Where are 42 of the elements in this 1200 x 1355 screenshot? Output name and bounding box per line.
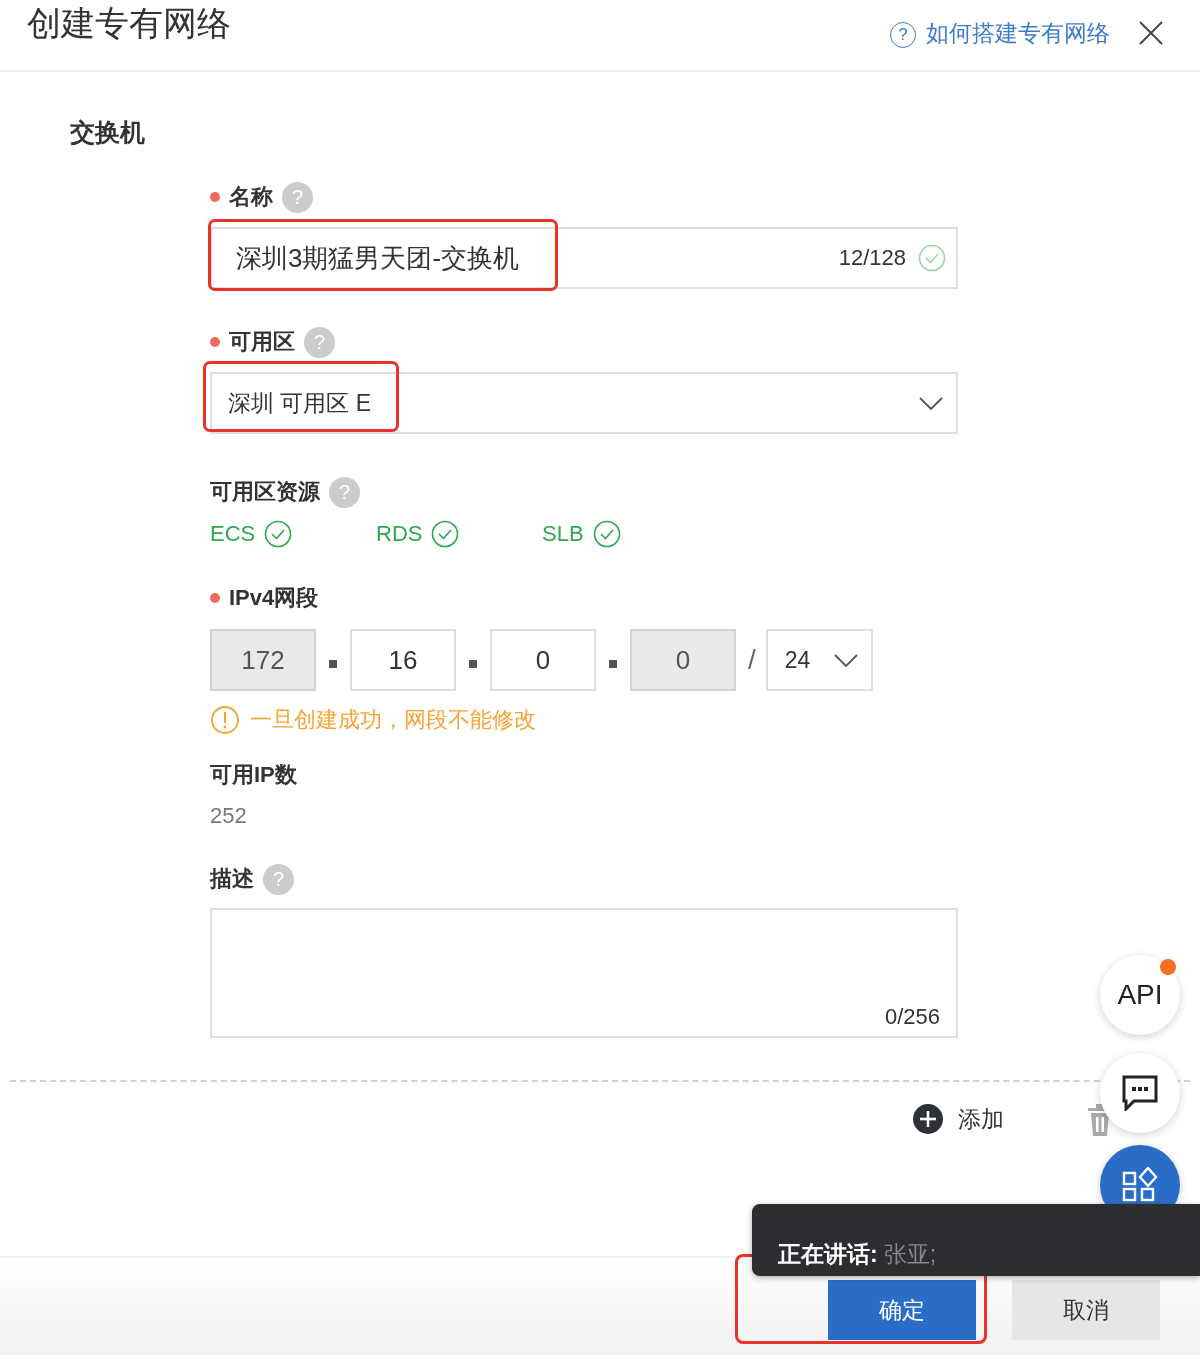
description-field[interactable]: 0/256 bbox=[210, 908, 958, 1038]
octet-field: 172 bbox=[210, 629, 316, 691]
chat-button[interactable] bbox=[1100, 1053, 1180, 1133]
field-label: 可用区 bbox=[229, 328, 295, 356]
apps-icon bbox=[1122, 1167, 1158, 1203]
section-title: 交换机 bbox=[70, 117, 146, 147]
chat-icon bbox=[1122, 1075, 1158, 1111]
caret-icon bbox=[918, 395, 944, 411]
talk-label: 正在讲话: bbox=[778, 1240, 878, 1269]
add-button[interactable]: 添加 bbox=[958, 1103, 1004, 1135]
caret-icon bbox=[832, 652, 859, 668]
dialog-title: 创建专有网络 bbox=[27, 3, 232, 44]
zone-select[interactable]: 深圳 可用区 E bbox=[210, 372, 958, 434]
resource-label: ECS bbox=[210, 521, 256, 547]
character-counter: 0/256 bbox=[884, 1004, 940, 1030]
resource-label: SLB bbox=[542, 521, 584, 547]
field-label: IPv4网段 bbox=[229, 584, 319, 612]
field-label: 名称 bbox=[229, 183, 273, 211]
dot-separator bbox=[609, 660, 617, 668]
field-label: 描述 bbox=[210, 865, 254, 893]
speaker-name: 张亚; bbox=[883, 1240, 937, 1269]
mask-select[interactable]: 24 bbox=[765, 629, 873, 691]
close-icon[interactable] bbox=[1138, 20, 1164, 46]
ip-count: 252 bbox=[210, 802, 248, 830]
dot-separator bbox=[329, 660, 337, 668]
warning-text: 一旦创建成功，网段不能修改 bbox=[250, 706, 536, 734]
api-button[interactable]: API bbox=[1100, 955, 1180, 1035]
octet-field[interactable]: 0 bbox=[490, 629, 596, 691]
octet-field: 0 bbox=[630, 629, 736, 691]
confirm-button[interactable]: 确定 bbox=[828, 1280, 976, 1340]
character-counter: 12/128 bbox=[838, 245, 906, 271]
field-label: 可用IP数 bbox=[210, 761, 297, 789]
plus-circle-icon[interactable] bbox=[912, 1103, 944, 1135]
dot-separator bbox=[469, 660, 477, 668]
cancel-button[interactable]: 取消 bbox=[1012, 1280, 1160, 1340]
name-field[interactable]: 深圳3期猛男天团-交换机 12/128 bbox=[210, 227, 958, 289]
resource-label: RDS bbox=[376, 521, 423, 547]
slash-separator: / bbox=[748, 644, 756, 676]
warning-icon bbox=[210, 705, 240, 735]
octet-field[interactable]: 16 bbox=[350, 629, 456, 691]
field-label: 可用区资源 bbox=[210, 478, 320, 506]
help-link[interactable]: 如何搭建专有网络 bbox=[926, 17, 1110, 49]
